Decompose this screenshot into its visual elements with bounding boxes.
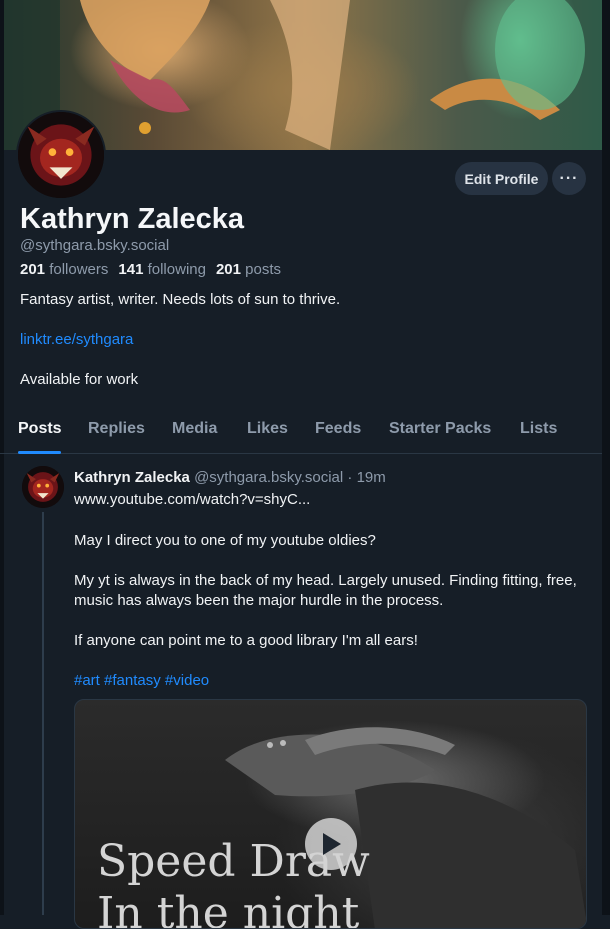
- profile-handle: @sythgara.bsky.social: [20, 237, 170, 254]
- post-author-handle[interactable]: @sythgara.bsky.social: [194, 469, 343, 486]
- post-author-name[interactable]: Kathryn Zalecka: [74, 469, 190, 486]
- bio-availability: Available for work: [20, 371, 139, 388]
- post-hashtags: #art #fantasy #video: [74, 671, 584, 691]
- tab-likes[interactable]: Likes: [247, 420, 288, 438]
- post-author-avatar[interactable]: [22, 466, 64, 508]
- followers-stat[interactable]: 201 followers: [20, 261, 108, 278]
- post-paragraph: May I direct you to one of my youtube ol…: [74, 532, 376, 549]
- active-tab-indicator: [18, 451, 61, 454]
- bio-link[interactable]: linktr.ee/sythgara: [20, 331, 133, 348]
- tab-starter-packs[interactable]: Starter Packs: [389, 420, 491, 438]
- display-name: Kathryn Zalecka: [20, 203, 245, 235]
- post-header: Kathryn Zalecka @sythgara.bsky.social · …: [74, 469, 386, 486]
- hashtag-video[interactable]: #video: [165, 672, 209, 689]
- play-icon: [323, 833, 341, 855]
- profile-avatar[interactable]: [16, 110, 106, 200]
- tab-posts[interactable]: Posts: [18, 420, 62, 438]
- post-paragraph: If anyone can point me to a good library…: [74, 632, 418, 649]
- profile-stats: 201 followers 141 following 201 posts: [20, 261, 281, 278]
- hashtag-art[interactable]: #art: [74, 672, 100, 689]
- video-embed[interactable]: Speed Draw In the night: [74, 699, 587, 929]
- dragon-avatar-image: [22, 466, 64, 508]
- more-options-button[interactable]: ···: [552, 162, 586, 195]
- bio-text: Fantasy artist, writer. Needs lots of su…: [20, 291, 341, 308]
- right-edge: [602, 0, 610, 915]
- dragon-avatar-image: [18, 112, 104, 198]
- ellipsis-icon: ···: [559, 169, 579, 187]
- post-time[interactable]: · 19m: [347, 469, 385, 486]
- post-link[interactable]: www.youtube.com/watch?v=shyC...: [74, 490, 584, 510]
- posts-stat: 201 posts: [215, 261, 282, 278]
- hashtag-fantasy[interactable]: #fantasy: [104, 672, 161, 689]
- profile-tabs: Posts Replies Media Likes Feeds Starter …: [0, 410, 602, 454]
- tab-lists[interactable]: Lists: [520, 420, 557, 438]
- tab-feeds[interactable]: Feeds: [315, 420, 361, 438]
- thread-line: [42, 512, 44, 915]
- following-stat[interactable]: 141 following: [118, 261, 206, 278]
- edit-profile-button[interactable]: Edit Profile: [455, 162, 548, 195]
- post-paragraph: My yt is always in the back of my head. …: [74, 572, 577, 609]
- tab-replies[interactable]: Replies: [88, 420, 145, 438]
- left-edge: [0, 0, 4, 915]
- play-button[interactable]: [305, 818, 357, 870]
- tab-media[interactable]: Media: [172, 420, 217, 438]
